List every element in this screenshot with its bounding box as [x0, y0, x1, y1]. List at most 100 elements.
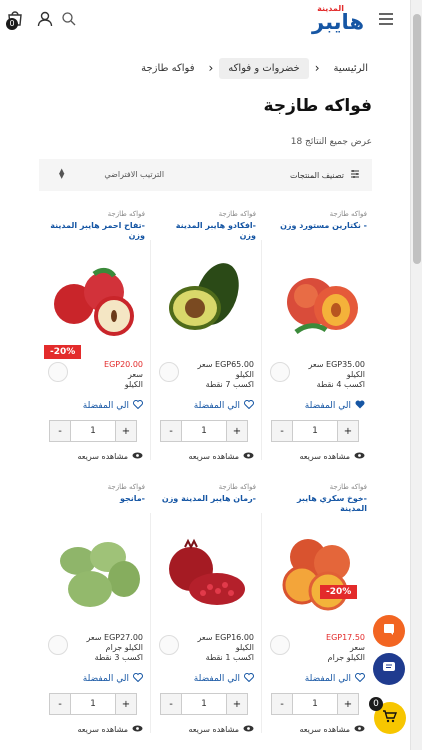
menu-icon[interactable]: [377, 10, 395, 28]
sale-price: EGP20.00: [104, 360, 143, 369]
price: EGP27.00 سعر: [86, 633, 143, 642]
quantity-stepper: - 1 +: [160, 693, 248, 715]
scrollbar[interactable]: [410, 0, 422, 750]
site-logo[interactable]: المدينة هايبر: [302, 4, 364, 36]
quick-view-label: مشاهده سريعه: [299, 452, 350, 461]
add-to-wishlist-button[interactable]: الي المفضلة: [83, 673, 143, 685]
increment-button[interactable]: +: [227, 694, 247, 714]
avocado-image[interactable]: [155, 246, 258, 350]
product-card[interactable]: فواكه طازجة -مانجو EGP27.00 سعر الكيلو ج…: [40, 483, 151, 739]
site-header: 0 المدينة هايبر: [0, 0, 410, 40]
apple-image[interactable]: [44, 246, 147, 350]
product-name[interactable]: -خوخ سكري هايبر المدينة: [268, 494, 367, 514]
eye-icon: [243, 452, 254, 461]
decrement-button[interactable]: -: [50, 694, 70, 714]
drop-icon: [270, 635, 290, 655]
increment-button[interactable]: +: [116, 421, 136, 441]
scrollbar-thumb[interactable]: [413, 14, 421, 264]
increment-button[interactable]: +: [227, 421, 247, 441]
quantity-value[interactable]: 1: [181, 694, 227, 714]
messages-button[interactable]: [373, 653, 405, 685]
price-unit: الكيلو: [346, 370, 365, 379]
increment-button[interactable]: +: [338, 421, 358, 441]
quantity-value[interactable]: 1: [292, 421, 338, 441]
user-icon[interactable]: [36, 10, 54, 28]
quantity-value[interactable]: 1: [70, 694, 116, 714]
mango-image[interactable]: [44, 519, 147, 623]
quick-view-button[interactable]: مشاهده سريعه: [77, 725, 143, 734]
product-card[interactable]: فواكه طازجة -افكادو هايبر المدينة وزن EG…: [151, 210, 262, 466]
drop-icon: [159, 362, 179, 382]
chat-button[interactable]: [373, 615, 405, 647]
price-unit: الكيلو جرام: [105, 643, 143, 652]
price-block: EGP16.00 سعر الكيلو اكسب 1 نقطة: [197, 633, 254, 663]
heart-outline-icon: [244, 400, 254, 412]
classify-products-button[interactable]: تصنيف المنتجات: [290, 169, 360, 181]
price-prefix: سعر: [128, 370, 143, 379]
quantity-value[interactable]: 1: [292, 694, 338, 714]
results-count: عرض جميع النتائج 18: [290, 137, 372, 147]
product-card[interactable]: فواكه طازجة -خوخ سكري هايبر المدينة -20%…: [262, 483, 373, 739]
product-card[interactable]: فواكه طازجة -رمان هايبر المدينة وزن EGP1…: [151, 483, 262, 739]
add-to-wishlist-button[interactable]: الي المفضلة: [194, 673, 254, 685]
peach-image[interactable]: [266, 519, 369, 623]
increment-button[interactable]: +: [338, 694, 358, 714]
product-grid: فواكه طازجة - نكتارين مستورد وزن EGP35.0…: [40, 210, 373, 748]
price-unit: الكيلو جرام: [327, 653, 365, 662]
product-category: فواكه طازجة: [329, 210, 367, 218]
product-name[interactable]: -تفاح احمر هايبر المدينة وزن: [46, 221, 145, 241]
breadcrumb: الرئيسية ‹ خضروات و فواكه ‹ فواكه طازجة: [133, 56, 376, 80]
decrement-button[interactable]: -: [50, 421, 70, 441]
quick-view-button[interactable]: مشاهده سريعه: [299, 452, 365, 461]
quick-view-button[interactable]: مشاهده سريعه: [188, 725, 254, 734]
decrement-button[interactable]: -: [272, 694, 292, 714]
points: اكسب 4 نقطة: [316, 380, 365, 389]
eye-icon: [354, 452, 365, 461]
decrement-button[interactable]: -: [161, 694, 181, 714]
quick-view-button[interactable]: مشاهده سريعه: [188, 452, 254, 461]
page-title: فواكه طازجة: [263, 96, 372, 116]
decrement-button[interactable]: -: [161, 421, 181, 441]
quantity-stepper: - 1 +: [271, 420, 359, 442]
logo-big-text: هايبر: [312, 10, 364, 34]
price-block: EGP27.00 سعر الكيلو جرام اكسب 3 نقطة: [86, 633, 143, 663]
product-card[interactable]: فواكه طازجة - نكتارين مستورد وزن EGP35.0…: [262, 210, 373, 466]
heart-outline-icon: [133, 400, 143, 412]
price: EGP16.00 سعر: [197, 633, 254, 642]
quantity-value[interactable]: 1: [70, 421, 116, 441]
search-icon[interactable]: [60, 10, 78, 28]
quantity-value[interactable]: 1: [181, 421, 227, 441]
eye-icon: [132, 452, 143, 461]
product-card[interactable]: فواكه طازجة -تفاح احمر هايبر المدينة وزن…: [40, 210, 151, 466]
product-category: فواكه طازجة: [218, 483, 256, 491]
nectarine-image[interactable]: [266, 246, 369, 350]
price-block: EGP20.00 سعر الكيلو: [104, 360, 143, 390]
wishlist-label: الي المفضلة: [82, 401, 129, 411]
eye-icon: [354, 725, 365, 734]
product-name[interactable]: -رمان هايبر المدينة وزن: [157, 494, 256, 504]
quantity-stepper: - 1 +: [160, 420, 248, 442]
increment-button[interactable]: +: [116, 694, 136, 714]
price-block: EGP17.50 سعر الكيلو جرام: [326, 633, 365, 663]
product-name[interactable]: -مانجو: [46, 494, 145, 504]
heart-outline-icon: [355, 673, 365, 685]
price-block: EGP35.00 سعر الكيلو اكسب 4 نقطة: [308, 360, 365, 390]
sale-badge: -20%: [44, 345, 82, 359]
quick-view-button[interactable]: مشاهده سريعه: [299, 725, 365, 734]
add-to-wishlist-button[interactable]: الي المفضلة: [305, 400, 365, 412]
sort-select[interactable]: الترتيب الافتراضي ▲ ▼: [59, 168, 164, 180]
pomegranate-image[interactable]: [155, 519, 258, 623]
add-to-wishlist-button[interactable]: الي المفضلة: [305, 673, 365, 685]
quick-view-button[interactable]: مشاهده سريعه: [77, 452, 143, 461]
product-name[interactable]: -افكادو هايبر المدينة وزن: [157, 221, 256, 241]
quantity-stepper: - 1 +: [49, 420, 137, 442]
heart-outline-icon: [133, 673, 143, 685]
breadcrumb-current: فواكه طازجة: [141, 62, 195, 74]
breadcrumb-category[interactable]: خضروات و فواكه: [219, 57, 309, 79]
eye-icon: [132, 725, 143, 734]
add-to-wishlist-button[interactable]: الي المفضلة: [194, 400, 254, 412]
breadcrumb-home[interactable]: الرئيسية: [326, 59, 376, 78]
decrement-button[interactable]: -: [272, 421, 292, 441]
add-to-wishlist-button[interactable]: الي المفضلة: [83, 400, 143, 412]
product-name[interactable]: - نكتارين مستورد وزن: [268, 221, 367, 231]
